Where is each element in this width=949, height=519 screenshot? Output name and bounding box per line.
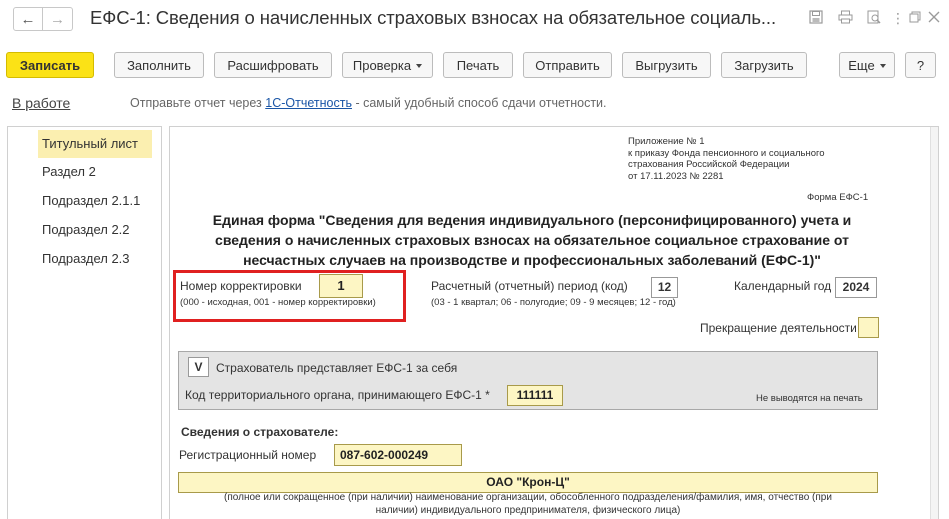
section-title-page[interactable]: Титульный лист xyxy=(38,130,152,158)
dropdown-caret-icon xyxy=(416,64,423,68)
reg-number-label: Регистрационный номер xyxy=(179,448,317,462)
document-panel: Приложение № 1 к приказу Фонда пенсионно… xyxy=(169,126,939,519)
form-code: Форма ЕФС-1 xyxy=(807,192,869,203)
arrow-left-icon: ← xyxy=(20,10,36,28)
heading-line-1: Единая форма "Сведения для ведения индив… xyxy=(212,212,852,228)
window-title: ЕФС-1: Сведения о начисленных страховых … xyxy=(90,7,777,28)
print-button[interactable]: Печать xyxy=(443,52,513,78)
toolbar: Записать Заполнить Расшифровать Проверка… xyxy=(0,52,949,78)
section-2-3[interactable]: Подраздел 2.3 xyxy=(38,245,152,273)
org-name-hint: (полное или сокращенное (при наличии) на… xyxy=(178,492,878,517)
correction-number-field[interactable]: 1 xyxy=(319,274,363,298)
appendix-line-1: Приложение № 1 xyxy=(628,136,705,147)
save-icon[interactable] xyxy=(808,10,824,26)
appendix-text: Приложение № 1 к приказу Фонда пенсионно… xyxy=(628,136,825,182)
highlight-frame xyxy=(173,270,406,322)
back-button[interactable]: ← xyxy=(13,7,43,31)
section-2[interactable]: Раздел 2 xyxy=(38,158,152,186)
appendix-line-4: от 17.11.2023 № 2281 xyxy=(628,170,724,182)
section-2-2[interactable]: Подраздел 2.2 xyxy=(38,216,152,244)
form-heading: Единая форма "Сведения для ведения индив… xyxy=(182,210,882,270)
org-hint-line-1: (полное или сокращенное (при наличии) на… xyxy=(224,492,832,503)
reg-number-field[interactable]: 087-602-000249 xyxy=(334,444,462,466)
dropdown-caret-icon xyxy=(879,64,886,68)
send-button[interactable]: Отправить xyxy=(523,52,612,78)
year-label: Календарный год xyxy=(734,279,832,293)
termination-label: Прекращение деятельности xyxy=(700,321,857,335)
hint-before: Отправьте отчет через xyxy=(130,96,266,110)
fill-button[interactable]: Заполнить xyxy=(114,52,204,78)
section-2-1-1[interactable]: Подраздел 2.1.1 xyxy=(38,187,152,215)
decode-button[interactable]: Расшифровать xyxy=(214,52,332,78)
status-link[interactable]: В работе xyxy=(12,95,70,111)
record-button[interactable]: Записать xyxy=(6,52,94,78)
arrow-right-icon: → xyxy=(50,10,65,28)
appendix-line-3: страхования Российской Федерации xyxy=(628,159,790,170)
preview-icon[interactable] xyxy=(866,10,882,26)
termination-field[interactable] xyxy=(858,317,879,338)
more-icon[interactable]: ⋮ xyxy=(890,10,906,26)
period-code-field[interactable]: 12 xyxy=(651,277,678,298)
period-hint: (03 - 1 квартал; 06 - полугодие; 09 - 9 … xyxy=(431,297,676,308)
period-label: Расчетный (отчетный) период (код) xyxy=(431,279,628,293)
territory-code-field[interactable]: 111111 xyxy=(507,385,563,406)
more-button[interactable]: Еще xyxy=(839,52,895,78)
not-printed-note: Не выводятся на печать xyxy=(756,393,863,404)
self-label: Страхователь представляет ЕФС-1 за себя xyxy=(216,361,458,375)
reporting-link[interactable]: 1С-Отчетность xyxy=(265,96,352,110)
org-hint-line-2: наличии) индивидуального предпринимателя… xyxy=(375,504,681,516)
hint-text: Отправьте отчет через 1С-Отчетность - са… xyxy=(130,96,607,110)
restore-icon[interactable] xyxy=(907,10,923,26)
more-button-label: Еще xyxy=(848,57,875,73)
sections-panel: Титульный лист Раздел 2 Подраздел 2.1.1 … xyxy=(7,126,162,519)
check-button-label: Проверка xyxy=(352,57,412,73)
territory-label: Код территориального органа, принимающег… xyxy=(185,388,490,402)
org-name-field[interactable]: ОАО "Крон-Ц" xyxy=(178,472,878,493)
check-button[interactable]: Проверка xyxy=(342,52,433,78)
correction-hint: (000 - исходная, 001 - номер корректиров… xyxy=(180,297,376,308)
vertical-scrollbar[interactable] xyxy=(930,127,938,519)
hint-after: - самый удобный способ сдачи отчетности. xyxy=(351,96,607,110)
heading-line-3: несчастных случаев на производстве и про… xyxy=(243,252,821,268)
heading-line-2: сведения о начисленных страховых взносах… xyxy=(215,232,849,248)
print-icon[interactable] xyxy=(837,10,853,26)
export-button[interactable]: Выгрузить xyxy=(622,52,711,78)
help-button[interactable]: ? xyxy=(905,52,936,78)
insurer-header: Сведения о страхователе: xyxy=(181,425,339,439)
appendix-line-2: к приказу Фонда пенсионного и социальног… xyxy=(628,147,825,159)
forward-button[interactable]: → xyxy=(43,7,73,31)
correction-label: Номер корректировки xyxy=(180,279,302,293)
title-bar: ← → ЕФС-1: Сведения о начисленных страхо… xyxy=(0,0,949,38)
year-field[interactable]: 2024 xyxy=(835,277,877,298)
close-icon[interactable] xyxy=(926,10,942,26)
self-block: V Страхователь представляет ЕФС-1 за себ… xyxy=(178,351,878,410)
self-checkbox[interactable]: V xyxy=(188,357,209,377)
import-button[interactable]: Загрузить xyxy=(721,52,807,78)
